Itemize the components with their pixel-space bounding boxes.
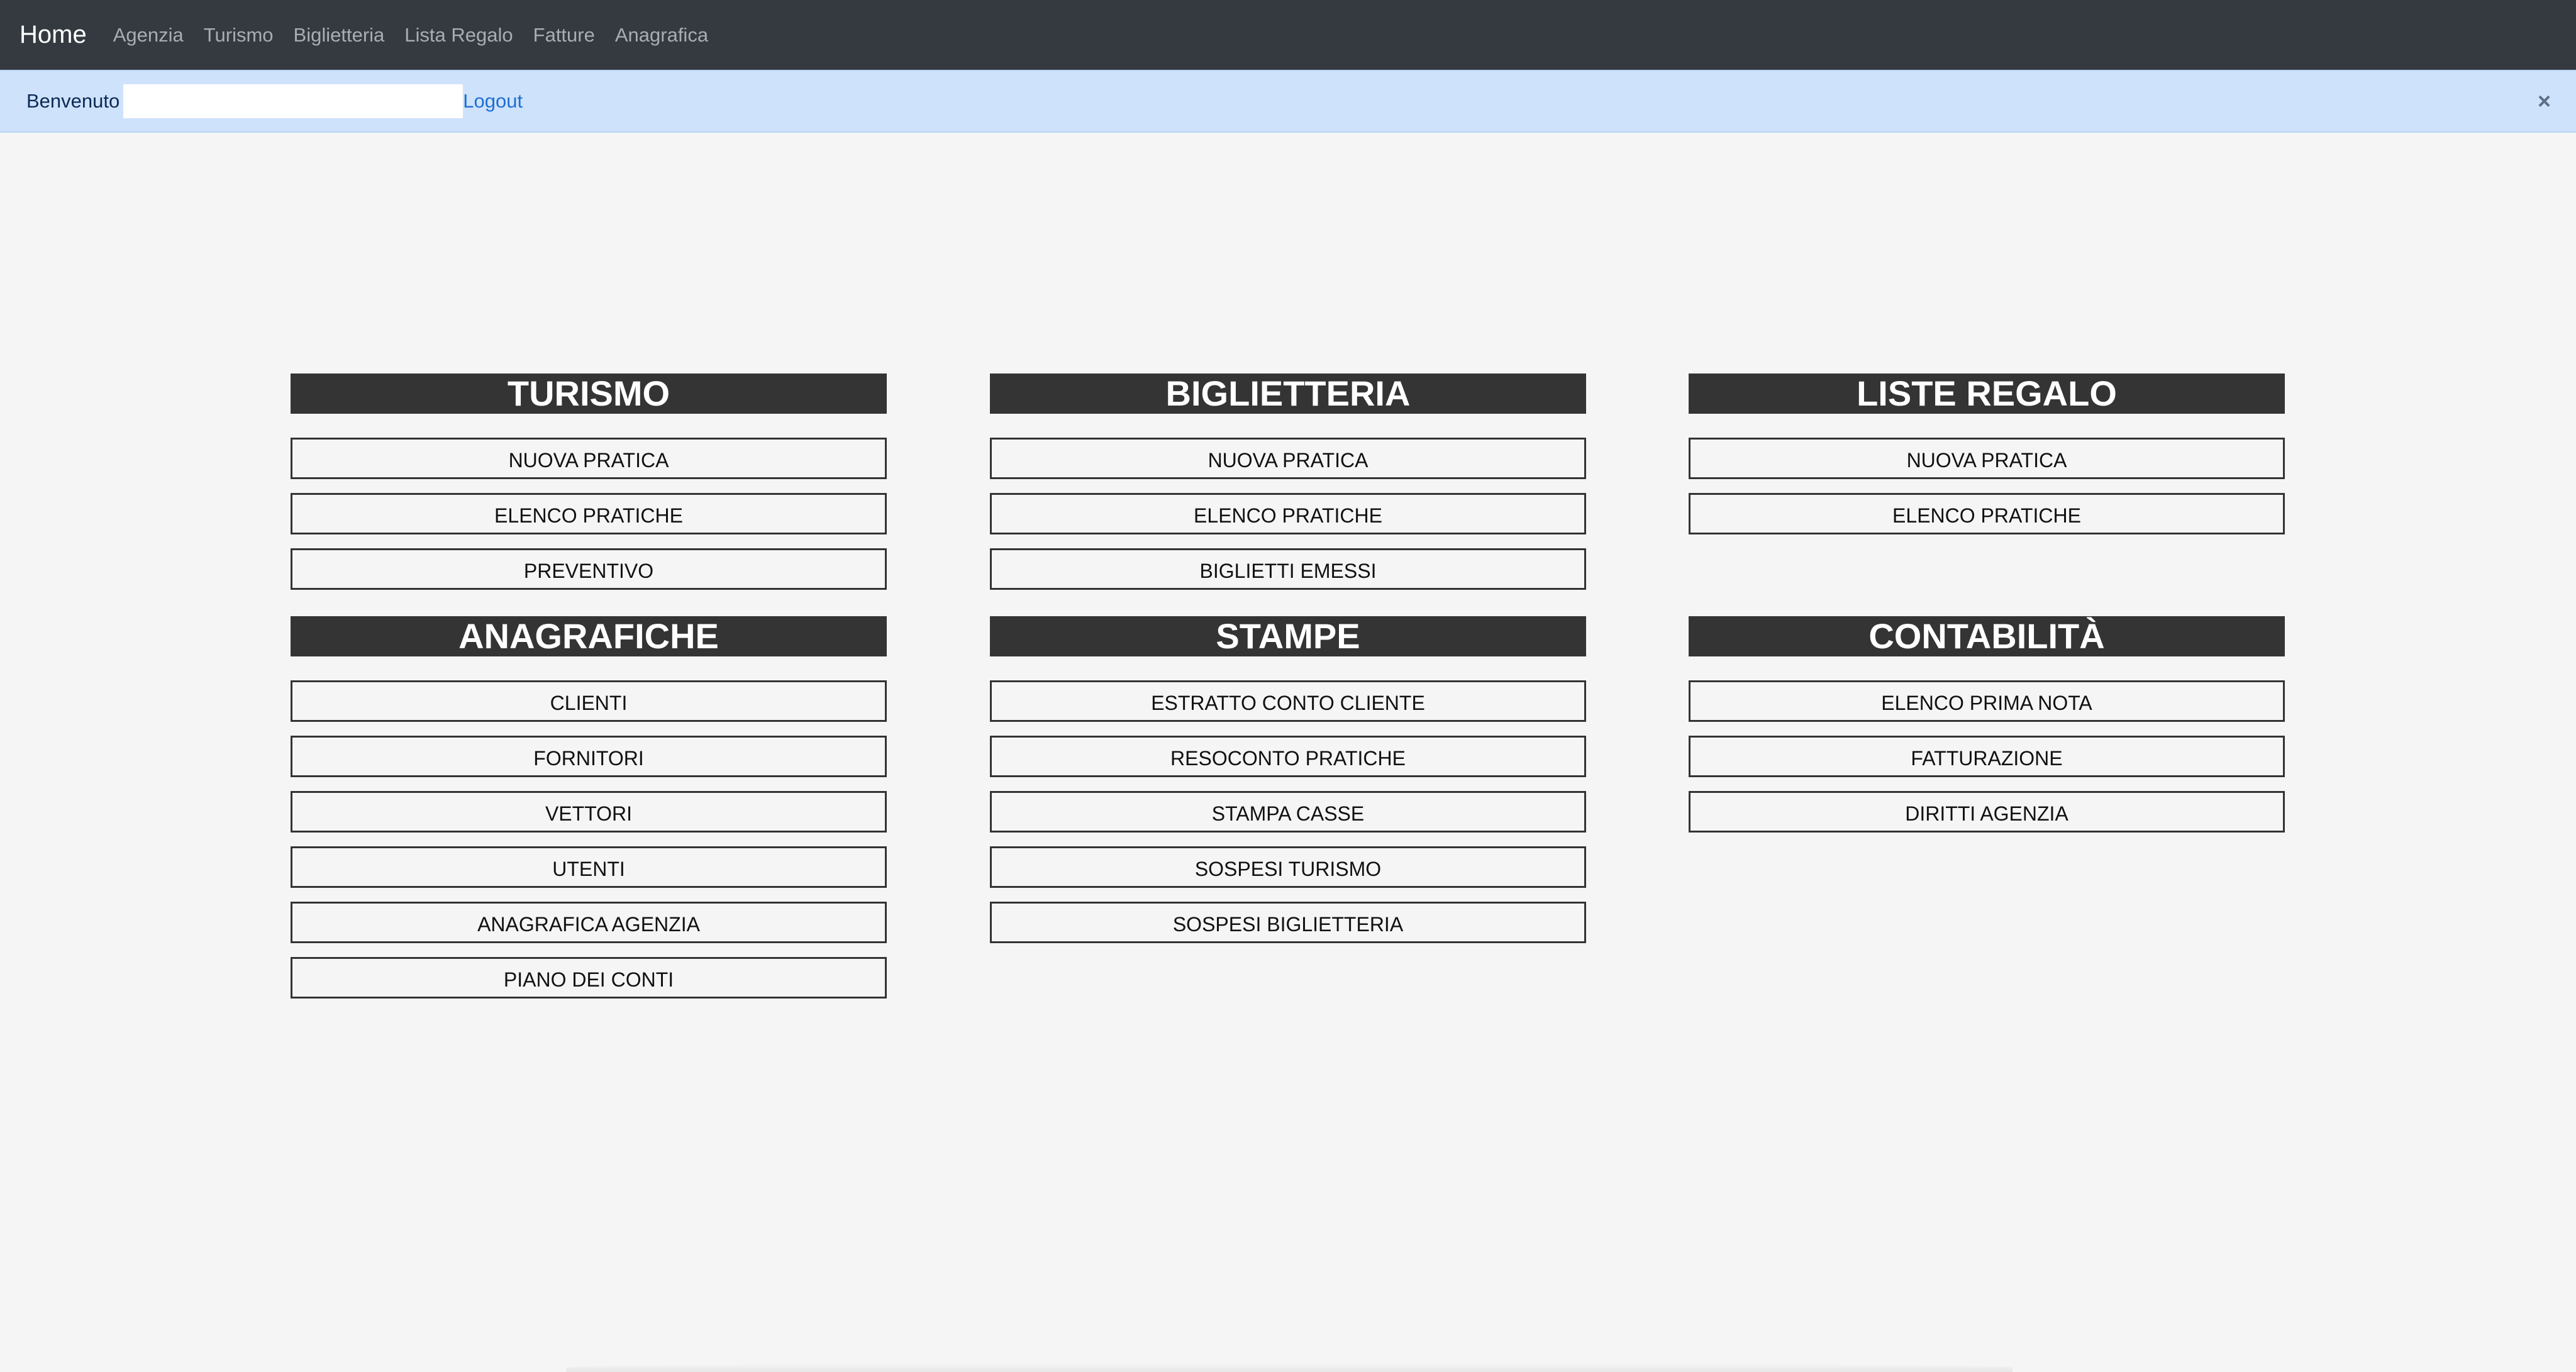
section-contabilita: CONTABILITÀ ELENCO PRIMA NOTA FATTURAZIO…	[1689, 616, 2285, 846]
elenco-prima-nota-button[interactable]: ELENCO PRIMA NOTA	[1689, 680, 2285, 722]
bottom-shadow	[566, 1363, 2012, 1372]
username-box	[123, 84, 464, 118]
turismo-elenco-pratiche-button[interactable]: ELENCO PRATICHE	[291, 493, 887, 534]
sospesi-biglietteria-button[interactable]: SOSPESI BIGLIETTERIA	[990, 902, 1586, 943]
turismo-preventivo-button[interactable]: PREVENTIVO	[291, 548, 887, 590]
liste-regalo-nuova-pratica-button[interactable]: NUOVA PRATICA	[1689, 438, 2285, 479]
section-title-anagrafiche: ANAGRAFICHE	[291, 616, 887, 656]
liste-regalo-elenco-pratiche-button[interactable]: ELENCO PRATICHE	[1689, 493, 2285, 534]
top-navbar: Home Agenzia Turismo Biglietteria Lista …	[0, 0, 2576, 70]
fatturazione-button[interactable]: FATTURAZIONE	[1689, 736, 2285, 777]
section-anagrafiche: ANAGRAFICHE CLIENTI FORNITORI VETTORI UT…	[291, 616, 887, 1012]
nav-lista-regalo[interactable]: Lista Regalo	[404, 24, 513, 47]
section-title-biglietteria: BIGLIETTERIA	[990, 373, 1586, 414]
section-liste-regalo: LISTE REGALO NUOVA PRATICA ELENCO PRATIC…	[1689, 373, 2285, 548]
close-icon[interactable]: ×	[2538, 88, 2551, 114]
fornitori-button[interactable]: FORNITORI	[291, 736, 887, 777]
estratto-conto-cliente-button[interactable]: ESTRATTO CONTO CLIENTE	[990, 680, 1586, 722]
logout-link[interactable]: Logout	[463, 90, 523, 113]
section-stampe: STAMPE ESTRATTO CONTO CLIENTE RESOCONTO …	[990, 616, 1586, 957]
section-title-stampe: STAMPE	[990, 616, 1586, 656]
biglietteria-nuova-pratica-button[interactable]: NUOVA PRATICA	[990, 438, 1586, 479]
welcome-label: Benvenuto	[26, 90, 120, 112]
biglietti-emessi-button[interactable]: BIGLIETTI EMESSI	[990, 548, 1586, 590]
biglietteria-elenco-pratiche-button[interactable]: ELENCO PRATICHE	[990, 493, 1586, 534]
nav-anagrafica[interactable]: Anagrafica	[615, 24, 708, 47]
nav-biglietteria[interactable]: Biglietteria	[294, 24, 385, 47]
diritti-agenzia-button[interactable]: DIRITTI AGENZIA	[1689, 791, 2285, 833]
piano-dei-conti-button[interactable]: PIANO DEI CONTI	[291, 957, 887, 999]
section-turismo: TURISMO NUOVA PRATICA ELENCO PRATICHE PR…	[291, 373, 887, 604]
resoconto-pratiche-button[interactable]: RESOCONTO PRATICHE	[990, 736, 1586, 777]
vettori-button[interactable]: VETTORI	[291, 791, 887, 833]
sospesi-turismo-button[interactable]: SOSPESI TURISMO	[990, 846, 1586, 888]
utenti-button[interactable]: UTENTI	[291, 846, 887, 888]
clienti-button[interactable]: CLIENTI	[291, 680, 887, 722]
home-link[interactable]: Home	[19, 21, 87, 49]
anagrafica-agenzia-button[interactable]: ANAGRAFICA AGENZIA	[291, 902, 887, 943]
section-biglietteria: BIGLIETTERIA NUOVA PRATICA ELENCO PRATIC…	[990, 373, 1586, 604]
nav-agenzia[interactable]: Agenzia	[113, 24, 184, 47]
stampa-casse-button[interactable]: STAMPA CASSE	[990, 791, 1586, 833]
section-title-contabilita: CONTABILITÀ	[1689, 616, 2285, 656]
turismo-nuova-pratica-button[interactable]: NUOVA PRATICA	[291, 438, 887, 479]
nav-fatture[interactable]: Fatture	[533, 24, 595, 47]
welcome-alert: Benvenuto Logout ×	[0, 70, 2576, 133]
section-title-liste-regalo: LISTE REGALO	[1689, 373, 2285, 414]
section-title-turismo: TURISMO	[291, 373, 887, 414]
nav-turismo[interactable]: Turismo	[204, 24, 274, 47]
